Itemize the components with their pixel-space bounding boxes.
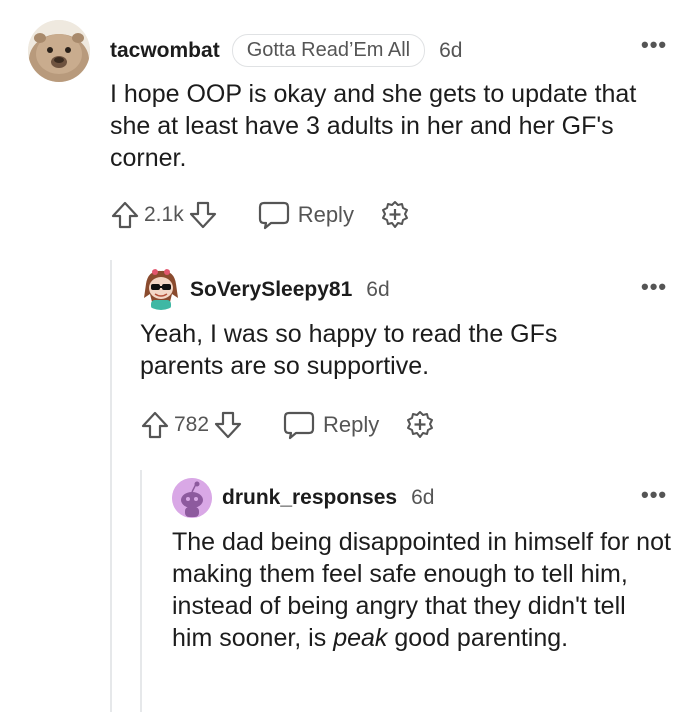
upvote-icon[interactable] <box>140 410 170 440</box>
user-flair: Gotta Read’Em All <box>231 34 426 67</box>
wombat-avatar-icon <box>28 20 90 82</box>
reply-label: Reply <box>323 412 380 437</box>
avatar[interactable] <box>28 20 90 82</box>
username[interactable]: drunk_responses <box>222 486 397 510</box>
award-button[interactable] <box>380 200 410 230</box>
vote-count: 782 <box>174 413 210 436</box>
snoo-sunglasses-avatar-icon <box>140 268 182 310</box>
comment-actions: 2.1k Reply <box>110 200 410 230</box>
downvote-icon[interactable] <box>188 200 218 230</box>
comment-body-text: good parenting. <box>387 624 569 652</box>
downvote-icon[interactable] <box>213 410 243 440</box>
reply-button[interactable]: Reply <box>258 200 354 230</box>
comment-body-emphasis: peak <box>333 624 388 652</box>
timestamp: 6d <box>411 486 435 509</box>
more-options-icon[interactable]: ••• <box>641 34 667 56</box>
award-icon <box>407 411 434 438</box>
award-icon <box>381 201 408 228</box>
more-options-icon[interactable]: ••• <box>641 276 667 298</box>
vote-count: 2.1k <box>144 203 184 226</box>
comment-header: SoVerySleepy81 6d <box>190 278 390 302</box>
thread-line[interactable] <box>140 470 142 712</box>
timestamp: 6d <box>439 38 463 62</box>
username[interactable]: tacwombat <box>110 39 220 63</box>
more-options-icon[interactable]: ••• <box>641 484 667 506</box>
comment-body: The dad being disappointed in himself fo… <box>172 526 672 654</box>
award-button[interactable] <box>405 410 435 440</box>
comment-header: drunk_responses 6d <box>222 486 434 510</box>
comment-header: tacwombat Gotta Read’Em All 6d <box>110 34 462 67</box>
avatar[interactable] <box>172 478 212 518</box>
thread-line[interactable] <box>110 260 112 712</box>
comment-body: Yeah, I was so happy to read the GFs par… <box>140 320 558 380</box>
upvote-icon[interactable] <box>110 200 140 230</box>
reply-icon <box>283 411 315 440</box>
avatar[interactable] <box>140 268 182 310</box>
comment-actions: 782 Reply <box>140 410 435 440</box>
timestamp: 6d <box>366 278 390 301</box>
reply-button[interactable]: Reply <box>283 410 379 440</box>
reply-label: Reply <box>297 202 354 227</box>
username[interactable]: SoVerySleepy81 <box>190 278 352 302</box>
snoo-purple-avatar-icon <box>172 478 212 518</box>
comment-body: I hope OOP is okay and she gets to updat… <box>110 80 637 172</box>
reply-icon <box>258 201 289 230</box>
